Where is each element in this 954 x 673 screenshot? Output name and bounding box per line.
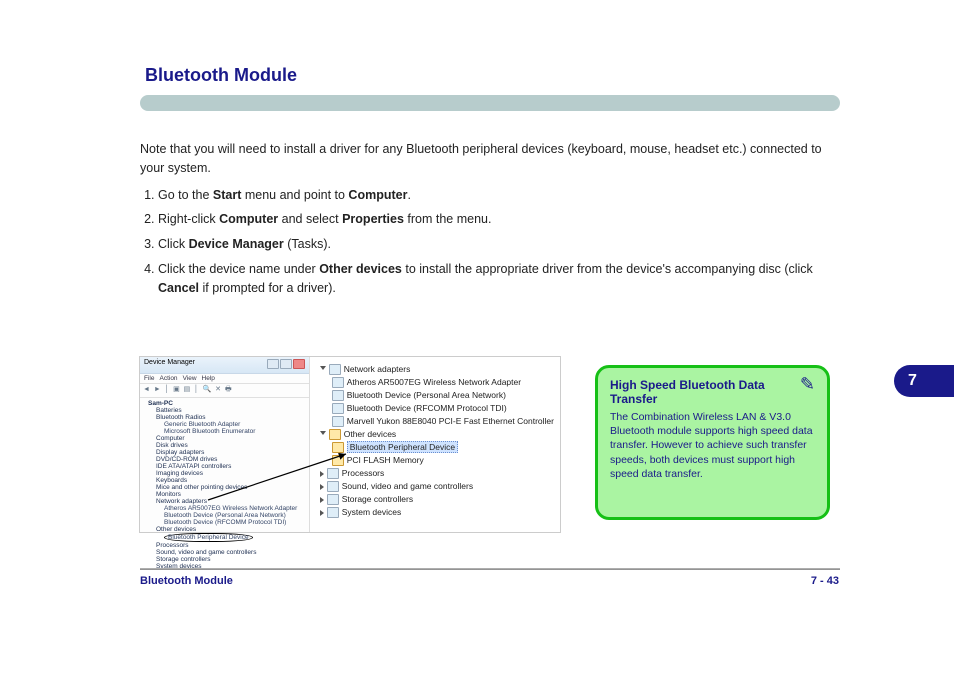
dm-toolbar: ◄ ► │ ▣ ▤ │ 🔍 ✕ 🖶 bbox=[140, 384, 309, 398]
system-icon bbox=[327, 507, 339, 518]
processors-icon bbox=[327, 468, 339, 479]
note-box: ✎ High Speed Bluetooth Data Transfer The… bbox=[595, 365, 830, 520]
device-icon bbox=[332, 390, 344, 401]
footer-left: Bluetooth Module bbox=[140, 575, 233, 587]
other-devices-icon bbox=[329, 429, 341, 440]
device-icon bbox=[332, 416, 344, 427]
minimize-icon bbox=[267, 359, 279, 369]
collapse-icon bbox=[320, 497, 324, 503]
network-adapters-icon bbox=[329, 364, 341, 375]
dm-tree: Sam-PC Batteries Bluetooth Radios Generi… bbox=[140, 398, 309, 572]
device-icon bbox=[332, 377, 344, 388]
collapse-icon bbox=[320, 510, 324, 516]
close-icon bbox=[293, 359, 305, 369]
chapter-tab: 7 bbox=[894, 365, 954, 397]
collapse-icon bbox=[320, 471, 324, 477]
dm-root: Sam-PC bbox=[148, 400, 305, 407]
dm-left-pane: Device Manager FileActionViewHelp ◄ ► │ … bbox=[140, 357, 310, 532]
window-buttons bbox=[266, 359, 305, 371]
circled-bluetooth-peripheral: Bluetooth Peripheral Device bbox=[164, 533, 253, 542]
intro-text: Note that you will need to install a dri… bbox=[140, 140, 840, 178]
device-manager-screenshot: Device Manager FileActionViewHelp ◄ ► │ … bbox=[140, 357, 560, 532]
dm-window-title: Device Manager bbox=[144, 359, 195, 371]
step-1: Go to the Start menu and point to Comput… bbox=[158, 186, 840, 205]
maximize-icon bbox=[280, 359, 292, 369]
step-2: Right-click Computer and select Properti… bbox=[158, 210, 840, 229]
dm-right-pane: Network adapters Atheros AR5007EG Wirele… bbox=[310, 357, 560, 532]
pen-icon: ✎ bbox=[800, 374, 815, 395]
sound-icon bbox=[327, 481, 339, 492]
footer-right: 7 - 43 bbox=[811, 575, 839, 587]
dm-menubar: FileActionViewHelp bbox=[140, 374, 309, 384]
title-bar bbox=[140, 95, 840, 111]
step-4: Click the device name under Other device… bbox=[158, 260, 840, 298]
dm-titlebar: Device Manager bbox=[140, 357, 309, 374]
step-3: Click Device Manager (Tasks). bbox=[158, 235, 840, 254]
warning-icon bbox=[332, 442, 344, 453]
note-title: High Speed Bluetooth Data Transfer bbox=[610, 378, 815, 406]
body-text: Note that you will need to install a dri… bbox=[140, 140, 840, 303]
steps-list: Go to the Start menu and point to Comput… bbox=[158, 186, 840, 298]
warning-icon bbox=[332, 455, 344, 466]
collapse-icon bbox=[320, 484, 324, 490]
expand-icon bbox=[320, 366, 326, 373]
device-icon bbox=[332, 403, 344, 414]
note-body: The Combination Wireless LAN & V3.0 Blue… bbox=[610, 410, 815, 481]
highlighted-device: Bluetooth Peripheral Device bbox=[347, 441, 458, 453]
expand-icon bbox=[320, 431, 326, 438]
footer-rule bbox=[140, 568, 840, 570]
storage-icon bbox=[327, 494, 339, 505]
section-title: Bluetooth Module bbox=[145, 65, 297, 86]
